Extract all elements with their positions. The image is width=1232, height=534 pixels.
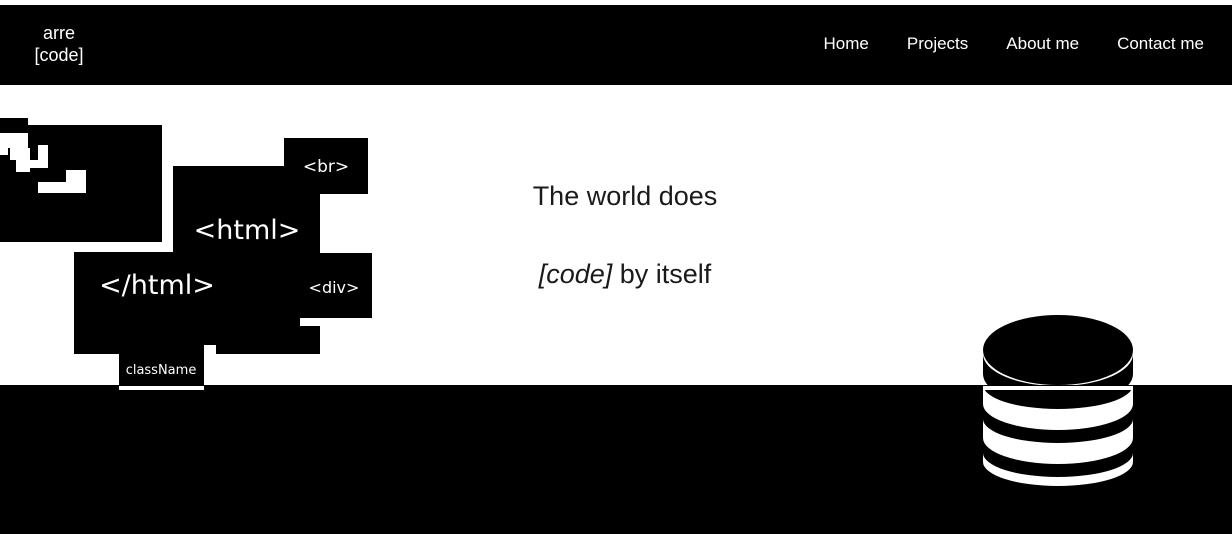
nav-about-me[interactable]: About me [996, 33, 1107, 55]
tag-classname: className [126, 363, 197, 378]
tagline-code-word: [code] [538, 259, 613, 289]
database-icon [983, 315, 1133, 486]
step-shape [0, 133, 28, 148]
tagline-rest: by itself [612, 259, 712, 289]
nav-projects[interactable]: Projects [897, 33, 996, 55]
nav-home[interactable]: Home [824, 33, 897, 55]
tag-html-close: </html> [99, 270, 215, 301]
tagline-line-2: [code] by itself [490, 258, 760, 290]
hero-tagline: The world does [code] by itself [490, 180, 760, 289]
tag-html-open: <html> [194, 215, 301, 246]
nav-contact-me[interactable]: Contact me [1107, 33, 1232, 55]
code-blocks-illustration: <br> <html> </html> <div> className [0, 118, 372, 390]
tag-div: <div> [309, 278, 360, 297]
tagline-line-1: The world does [532, 181, 718, 211]
tag-br: <br> [303, 157, 349, 177]
nav-links: Home Projects About me Contact me [824, 33, 1232, 55]
